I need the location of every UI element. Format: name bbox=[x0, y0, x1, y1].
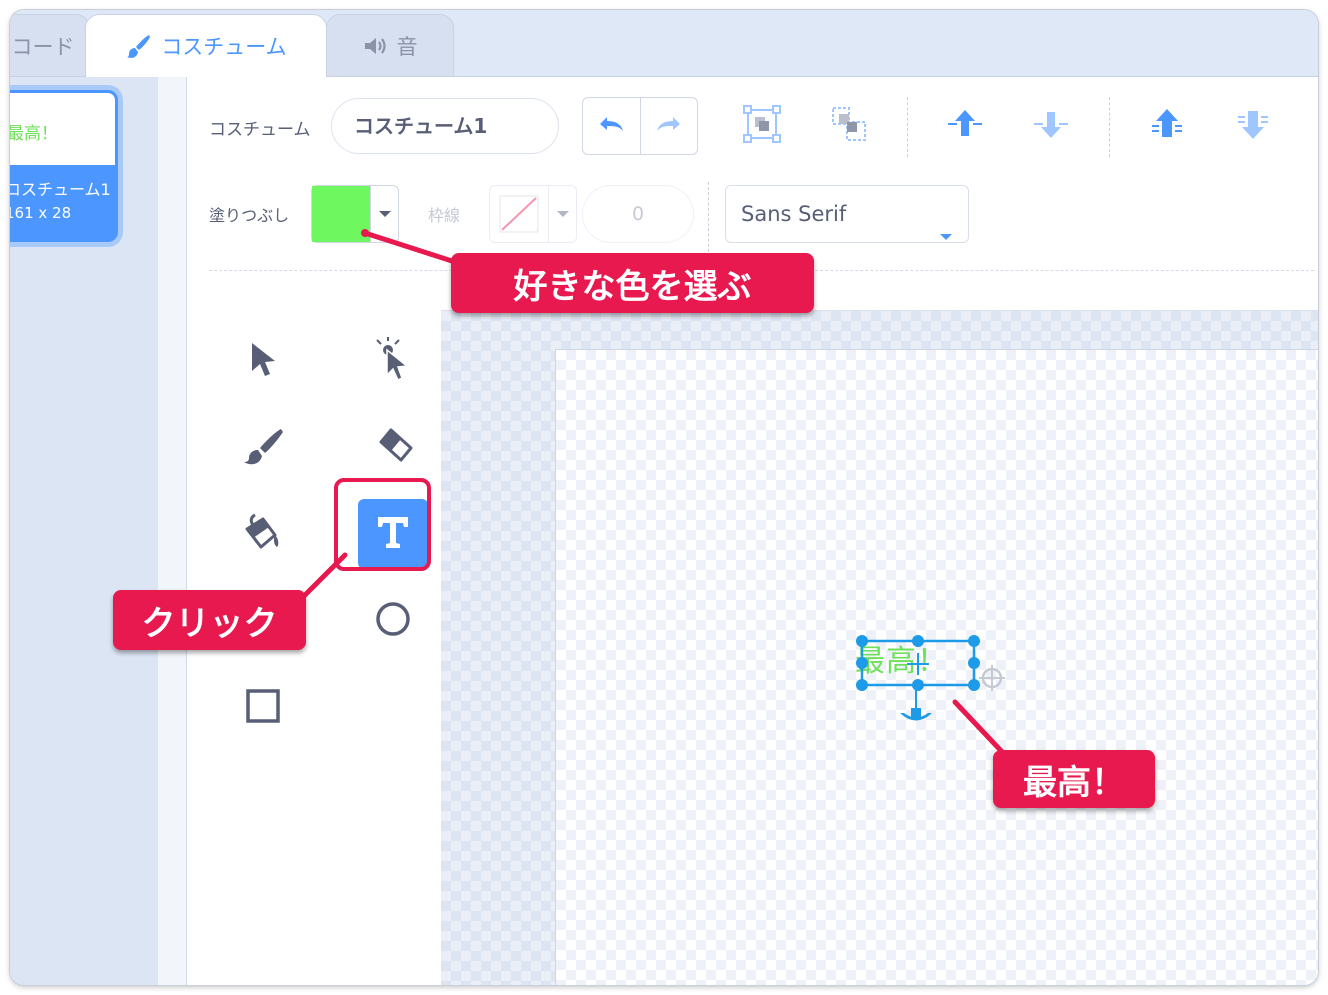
brush-tool[interactable] bbox=[223, 409, 303, 487]
fill-swatch-color bbox=[312, 186, 370, 242]
brush-icon bbox=[125, 32, 153, 60]
tab-code[interactable]: コード bbox=[10, 14, 90, 76]
outline-swatch bbox=[490, 186, 549, 242]
reshape-tool[interactable] bbox=[353, 322, 433, 400]
reshape-icon bbox=[373, 336, 413, 386]
back-button[interactable] bbox=[1231, 104, 1275, 148]
forward-button[interactable] bbox=[943, 104, 987, 148]
costume-name-input[interactable]: コスチューム1 bbox=[331, 98, 559, 154]
back-icon bbox=[1233, 104, 1273, 148]
backward-button[interactable] bbox=[1029, 104, 1073, 148]
select-tool[interactable] bbox=[223, 322, 303, 400]
canvas-text-object[interactable]: 最高！ bbox=[855, 636, 948, 680]
app-window: コード コスチューム 音 最高！ コスチューム1 161 x 28 コスチューム bbox=[10, 10, 1318, 985]
tab-bar: コード コスチューム 音 bbox=[10, 10, 1318, 77]
eraser-icon bbox=[371, 426, 415, 470]
fill-color-picker[interactable] bbox=[311, 185, 399, 243]
callout-best: 最高！ bbox=[993, 750, 1155, 808]
outline-color-picker[interactable] bbox=[489, 185, 577, 243]
backward-icon bbox=[1031, 104, 1071, 148]
text-tool-highlight bbox=[334, 478, 431, 571]
costume-item-size: 161 x 28 bbox=[10, 204, 72, 222]
font-select[interactable]: Sans Serif bbox=[725, 185, 969, 243]
ungroup-icon bbox=[829, 104, 869, 148]
undo-button[interactable] bbox=[583, 98, 640, 154]
group-icon bbox=[742, 104, 782, 148]
costume-thumbnail: 最高！ bbox=[10, 93, 115, 165]
tab-costumes-label: コスチューム bbox=[161, 35, 287, 59]
costume-item[interactable]: 最高！ コスチューム1 161 x 28 bbox=[10, 90, 118, 242]
arrow-cursor-icon bbox=[246, 339, 280, 383]
fill-label: 塗りつぶし bbox=[209, 206, 290, 225]
toolbar-divider-2 bbox=[1109, 97, 1110, 157]
fill-tool[interactable] bbox=[223, 495, 303, 573]
circle-tool[interactable] bbox=[353, 582, 433, 660]
redo-icon bbox=[654, 113, 684, 139]
undo-redo-group bbox=[582, 97, 698, 155]
fill-swatch bbox=[312, 186, 371, 242]
toolbar-divider bbox=[907, 97, 908, 157]
forward-icon bbox=[945, 104, 985, 148]
eraser-tool[interactable] bbox=[353, 409, 433, 487]
callout-click: クリック bbox=[113, 590, 306, 650]
paint-bucket-icon bbox=[241, 511, 285, 557]
circle-icon bbox=[373, 599, 413, 643]
speaker-icon bbox=[363, 35, 389, 57]
brush-icon bbox=[241, 426, 285, 470]
chevron-down-icon bbox=[371, 186, 398, 242]
front-button[interactable] bbox=[1145, 104, 1189, 148]
front-icon bbox=[1147, 104, 1187, 148]
tab-code-label: コード bbox=[11, 34, 75, 59]
redo-button[interactable] bbox=[639, 98, 698, 154]
costume-list: 最高！ コスチューム1 161 x 28 bbox=[10, 77, 158, 985]
rectangle-icon bbox=[243, 686, 283, 730]
toolbar-divider-3 bbox=[708, 182, 709, 252]
costume-thumbnail-text: 最高！ bbox=[10, 124, 58, 144]
tab-sounds[interactable]: 音 bbox=[326, 14, 454, 76]
font-select-value: Sans Serif bbox=[741, 202, 847, 226]
costume-item-name: コスチューム1 bbox=[10, 180, 111, 199]
outline-width-input[interactable]: 0 bbox=[582, 185, 694, 243]
group-button[interactable] bbox=[740, 104, 784, 148]
outline-label: 枠線 bbox=[428, 206, 461, 225]
undo-icon bbox=[596, 113, 626, 139]
chevron-down-icon bbox=[938, 207, 954, 263]
ungroup-button[interactable] bbox=[827, 104, 871, 148]
costume-name-label: コスチューム bbox=[209, 120, 311, 140]
sidebar-gap bbox=[158, 77, 187, 985]
tab-costumes[interactable]: コスチューム bbox=[85, 14, 327, 77]
tab-sounds-label: 音 bbox=[396, 34, 418, 59]
callout-choose-color: 好きな色を選ぶ bbox=[451, 253, 814, 313]
chevron-down-icon bbox=[549, 186, 576, 242]
rectangle-tool[interactable] bbox=[223, 669, 303, 747]
